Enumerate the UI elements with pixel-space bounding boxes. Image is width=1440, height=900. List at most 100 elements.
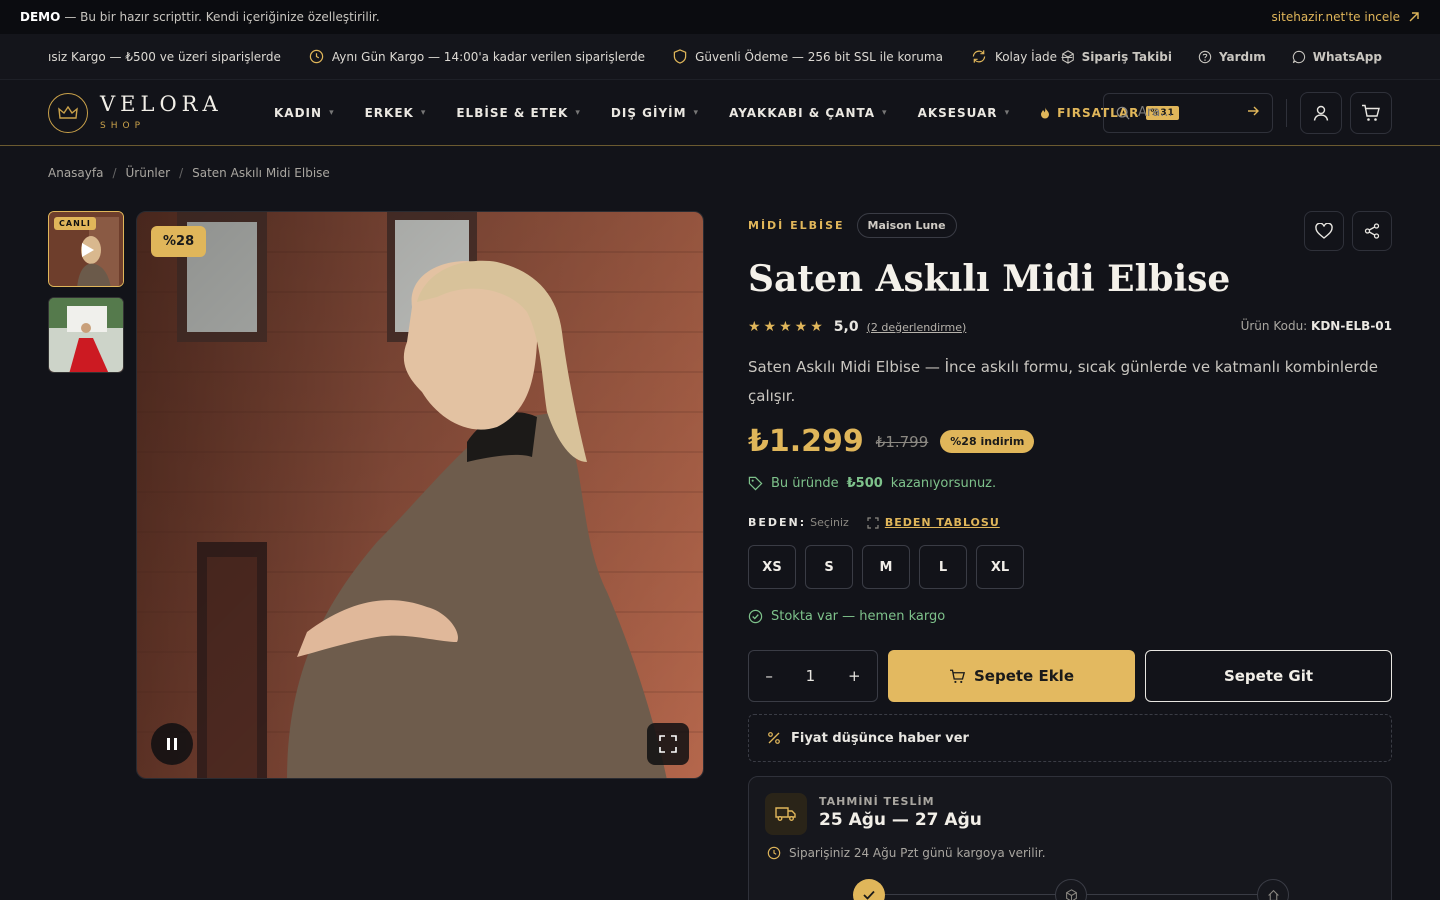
nav-item-erkek[interactable]: ERKEK ▾ (365, 106, 427, 120)
go-to-cart-button[interactable]: Sepete Git (1145, 650, 1392, 702)
nav-item-kadin[interactable]: KADIN ▾ (274, 106, 335, 120)
pause-icon (167, 738, 177, 750)
logo[interactable]: VELORA SHOP (48, 92, 223, 133)
header-divider (1286, 98, 1287, 127)
search-input[interactable]: Ara... (1138, 105, 1173, 120)
discount-pill: %28 indirim (940, 430, 1035, 453)
share-button[interactable] (1352, 211, 1392, 251)
current-price: ₺1.299 (748, 424, 864, 459)
size-option-l[interactable]: L (919, 545, 967, 589)
size-guide-link[interactable]: BEDEN TABLOSU (867, 516, 1000, 529)
brand-pill[interactable]: Maison Lune (856, 213, 957, 238)
delivery-estimate-card: TAHMİNİ TESLİM 25 Ağu — 27 Ağu Siparişin… (748, 776, 1392, 900)
thumbnail-image[interactable] (48, 297, 124, 373)
arrow-right-icon[interactable] (1247, 105, 1260, 121)
size-option-s[interactable]: S (805, 545, 853, 589)
share-icon (1364, 223, 1380, 239)
tag-icon (748, 476, 763, 491)
check-icon (863, 890, 875, 900)
fullscreen-icon (659, 735, 677, 753)
demo-notice: DEMO — Bu bir hazır scripttir. Kendi içer… (20, 10, 380, 24)
play-icon (82, 243, 94, 257)
search-icon (1116, 106, 1130, 120)
fullscreen-button[interactable] (647, 723, 689, 765)
discount-badge: %28 (151, 226, 207, 257)
breadcrumb-home[interactable]: Anasayfa (48, 166, 103, 180)
size-options: XS S M L XL (748, 545, 1024, 589)
ruler-icon (867, 516, 879, 529)
nav-item-ayakkabi-canta[interactable]: AYAKKABI & ÇANTA ▾ (729, 106, 888, 120)
search-box[interactable]: Ara... (1103, 92, 1273, 133)
ticker-item-secure-payment: Güvenli Ödeme — 256 bit SSL ile koruma (673, 49, 943, 64)
clock-icon (309, 49, 324, 64)
crown-icon (48, 92, 88, 133)
size-option-xl[interactable]: XL (976, 545, 1024, 589)
product-main-media[interactable]: %28 (136, 211, 704, 779)
increase-button[interactable]: + (848, 667, 861, 685)
logo-name: VELORA (100, 92, 223, 116)
quantity-value[interactable]: 1 (806, 667, 816, 685)
arrow-up-right-icon (1409, 12, 1419, 22)
main-nav: KADIN ▾ ERKEK ▾ ELBİSE & ETEK ▾ DIŞ GİYİM ▾ … (274, 105, 1179, 120)
user-icon (1313, 105, 1329, 121)
clock-icon (767, 846, 781, 860)
nav-item-elbise-etek[interactable]: ELBİSE & ETEK ▾ (456, 106, 581, 120)
nav-item-dis-giyim[interactable]: DIŞ GİYİM ▾ (611, 106, 699, 120)
account-button[interactable] (1300, 91, 1342, 134)
price-row: ₺1.299 ₺1.799 %28 indirim (748, 424, 1035, 459)
demo-link[interactable]: sitehazir.net'te incele (1272, 10, 1420, 24)
main-header: VELORA SHOP KADIN ▾ ERKEK ▾ ELBİSE & ETEK ▾… (0, 80, 1440, 146)
help-link[interactable]: Yardım (1198, 50, 1266, 64)
step-shipped (1055, 879, 1087, 900)
order-tracking-link[interactable]: Sipariş Takibi (1061, 50, 1172, 64)
delivery-note: Siparişiniz 24 Ağu Pzt günü kargoya veri… (767, 846, 1046, 860)
nav-item-aksesuar[interactable]: AKSESUAR ▾ (918, 106, 1011, 120)
rating-row: ★★★★★ 5,0 (2 değerlendirme) (748, 319, 966, 335)
add-to-cart-button[interactable]: Sepete Ekle (888, 650, 1135, 702)
live-badge: CANLI (54, 217, 96, 230)
product-title: Saten Askılı Midi Elbise (748, 258, 1231, 300)
old-price: ₺1.799 (875, 432, 929, 451)
chevron-down-icon: ▾ (329, 107, 335, 118)
cart-icon (1362, 104, 1380, 121)
step-ordered (853, 879, 885, 900)
check-circle-icon (748, 609, 763, 624)
price-alert-button[interactable]: Fiyat düşünce haber ver (748, 714, 1392, 762)
wishlist-button[interactable] (1304, 211, 1344, 251)
reviews-link[interactable]: (2 değerlendirme) (867, 321, 967, 334)
delivery-label: TAHMİNİ TESLİM (819, 795, 935, 808)
pause-button[interactable] (151, 723, 193, 765)
heart-icon (1315, 223, 1333, 239)
chevron-down-icon: ▾ (575, 107, 581, 118)
whatsapp-link[interactable]: WhatsApp (1292, 50, 1382, 64)
quantity-stepper: – 1 + (748, 650, 878, 702)
cart-button[interactable] (1350, 91, 1392, 134)
flame-icon (1041, 107, 1050, 118)
product-code: Ürün Kodu: KDN-ELB-01 (1240, 319, 1392, 333)
chevron-down-icon: ▾ (1004, 107, 1011, 118)
whatsapp-icon (1292, 50, 1305, 63)
size-label: BEDEN: Seçiniz (748, 516, 849, 529)
cart-icon (950, 669, 966, 683)
decrease-button[interactable]: – (765, 667, 773, 685)
ticker-item-free-shipping: ısiz Kargo — ₺500 ve üzeri siparişlerde (48, 49, 281, 64)
product-meta: MİDİ ELBİSE Maison Lune (748, 213, 957, 238)
question-icon (1198, 50, 1212, 63)
ticker-item-same-day: Aynı Gün Kargo — 14:00'a kadar verilen s… (309, 49, 645, 64)
percent-icon (768, 732, 780, 744)
category-label[interactable]: MİDİ ELBİSE (748, 219, 845, 232)
refresh-icon (972, 50, 986, 63)
step-delivered (1257, 879, 1289, 900)
stock-status: Stokta var — hemen kargo (748, 609, 945, 624)
rating-value: 5,0 (833, 319, 859, 335)
delivery-date: 25 Ağu — 27 Ağu (819, 810, 982, 830)
product-photo (137, 212, 703, 778)
home-icon (1267, 889, 1279, 900)
size-option-xs[interactable]: XS (748, 545, 796, 589)
thumbnail-video[interactable]: CANLI (48, 211, 124, 287)
logo-sub: SHOP (100, 121, 145, 131)
breadcrumb-products[interactable]: Ürünler (126, 166, 171, 180)
chevron-down-icon: ▾ (693, 107, 700, 118)
box-icon (1065, 888, 1077, 900)
size-option-m[interactable]: M (862, 545, 910, 589)
